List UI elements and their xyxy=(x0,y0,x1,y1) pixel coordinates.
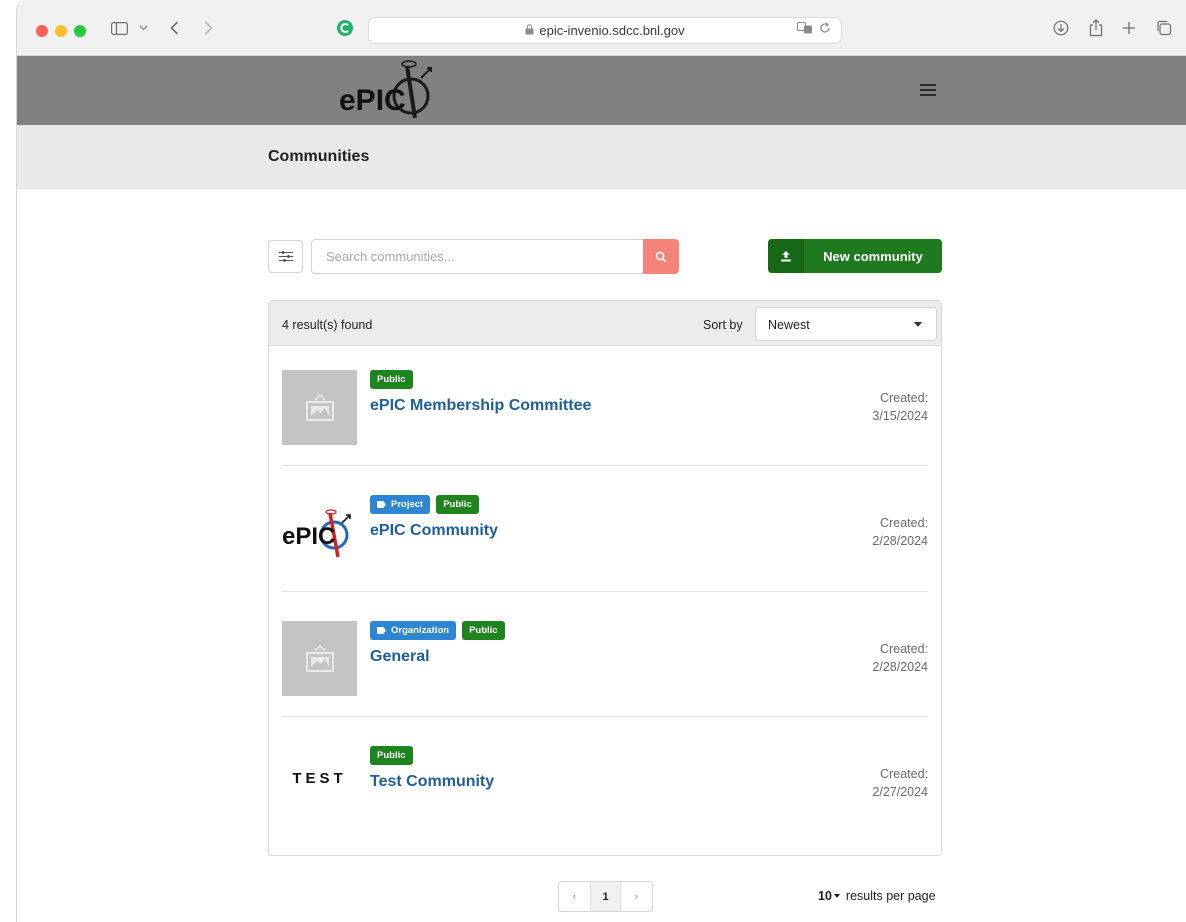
per-page-label: results per page xyxy=(845,889,936,903)
divider xyxy=(282,716,928,717)
created-date: 2/27/2024 xyxy=(872,785,928,799)
results-per-page-dropdown[interactable]: 10 results per page xyxy=(818,889,936,903)
created-label: Created: xyxy=(880,767,928,781)
upload-icon xyxy=(768,239,804,273)
page-1-button[interactable]: 1 xyxy=(590,882,621,911)
created-date: 2/28/2024 xyxy=(872,660,928,674)
created-info: Created: 2/28/2024 xyxy=(872,640,928,676)
site-header: ePIC xyxy=(17,56,1186,125)
created-info: Created: 2/28/2024 xyxy=(872,514,928,550)
caret-down-icon xyxy=(833,894,840,898)
chevron-down-icon[interactable] xyxy=(137,16,149,40)
close-window-button[interactable] xyxy=(36,25,48,37)
community-logo-placeholder[interactable] xyxy=(282,621,357,696)
page-title: Communities xyxy=(268,148,370,165)
minimize-window-button[interactable] xyxy=(55,25,67,37)
search-icon xyxy=(655,251,667,263)
prev-page-button[interactable]: ‹ xyxy=(559,882,590,911)
type-label-text: Project xyxy=(391,499,424,510)
search-button[interactable] xyxy=(643,239,679,274)
created-date: 2/28/2024 xyxy=(872,534,928,548)
share-icon[interactable] xyxy=(1088,16,1104,40)
forward-icon[interactable] xyxy=(201,16,215,40)
results-header: 4 result(s) found Sort by Newest xyxy=(269,301,941,346)
public-label: Public xyxy=(436,495,479,514)
url-text: epic-invenio.sdcc.bnl.gov xyxy=(539,23,685,38)
public-label: Public xyxy=(370,746,413,765)
epic-logo[interactable]: ePIC xyxy=(337,56,437,125)
results-count: 4 result(s) found xyxy=(282,318,373,332)
community-title-link[interactable]: Test Community xyxy=(370,773,494,791)
community-title-link[interactable]: ePIC Community xyxy=(370,522,498,540)
community-logo-placeholder[interactable] xyxy=(282,370,357,445)
divider xyxy=(282,591,928,592)
tag-icon xyxy=(377,501,386,508)
new-community-button[interactable]: New community xyxy=(768,239,942,273)
logo-text: ePIC xyxy=(282,523,335,550)
sort-label: Sort by xyxy=(703,318,743,332)
community-title-link[interactable]: General xyxy=(370,648,430,666)
translate-icon[interactable] xyxy=(797,22,813,37)
community-item: TEST Public Test Community Created: 2/27… xyxy=(282,722,928,847)
hamburger-icon[interactable] xyxy=(920,84,936,96)
results-card: 4 result(s) found Sort by Newest Public … xyxy=(268,300,942,856)
type-label: Project xyxy=(370,495,431,514)
created-date: 3/15/2024 xyxy=(872,409,928,423)
browser-toolbar: epic-invenio.sdcc.bnl.gov xyxy=(17,0,1186,56)
created-info: Created: 2/27/2024 xyxy=(872,765,928,801)
logo-text: ePIC xyxy=(339,84,406,117)
image-placeholder-icon xyxy=(305,644,334,672)
created-label: Created: xyxy=(880,516,928,530)
tab-overview-icon[interactable] xyxy=(1155,16,1173,40)
new-tab-icon[interactable] xyxy=(1121,16,1137,40)
community-item: ePIC Project Public ePIC Community Creat… xyxy=(282,471,928,596)
sliders-icon xyxy=(278,251,293,262)
per-page-value: 10 xyxy=(818,889,832,903)
reload-icon[interactable] xyxy=(819,22,831,37)
type-label-text: Organization xyxy=(391,625,450,636)
tag-icon xyxy=(377,627,386,634)
back-icon[interactable] xyxy=(167,16,181,40)
public-label: Public xyxy=(462,621,505,640)
next-page-button[interactable]: › xyxy=(621,882,652,911)
sort-value: Newest xyxy=(768,318,810,332)
community-logo[interactable]: ePIC xyxy=(282,495,357,570)
type-label: Organization xyxy=(370,621,457,640)
sidebar-toggle-icon[interactable] xyxy=(109,16,129,40)
community-item: Organization Public General Created: 2/2… xyxy=(282,597,928,722)
caret-down-icon xyxy=(914,322,922,327)
search-input[interactable] xyxy=(311,239,644,274)
lock-icon xyxy=(525,23,534,38)
created-info: Created: 3/15/2024 xyxy=(872,389,928,425)
divider xyxy=(282,465,928,466)
pagination: ‹ 1 › xyxy=(558,881,653,912)
image-placeholder-icon xyxy=(305,393,334,421)
address-bar[interactable]: epic-invenio.sdcc.bnl.gov xyxy=(368,17,842,44)
public-label: Public xyxy=(370,370,413,389)
filter-button[interactable] xyxy=(268,240,303,273)
download-icon[interactable] xyxy=(1052,16,1070,40)
page-title-band xyxy=(17,125,1186,189)
community-logo-text[interactable]: TEST xyxy=(282,770,357,787)
created-label: Created: xyxy=(880,391,928,405)
sort-dropdown[interactable]: Newest xyxy=(755,307,937,341)
community-item: Public ePIC Membership Committee Created… xyxy=(282,346,928,471)
created-label: Created: xyxy=(880,642,928,656)
zoom-window-button[interactable] xyxy=(74,25,86,37)
community-title-link[interactable]: ePIC Membership Committee xyxy=(370,397,591,415)
new-community-label: New community xyxy=(823,248,923,264)
browser-window: epic-invenio.sdcc.bnl.gov ePIC Communiti… xyxy=(16,0,1186,922)
extension-icon[interactable] xyxy=(335,16,355,40)
